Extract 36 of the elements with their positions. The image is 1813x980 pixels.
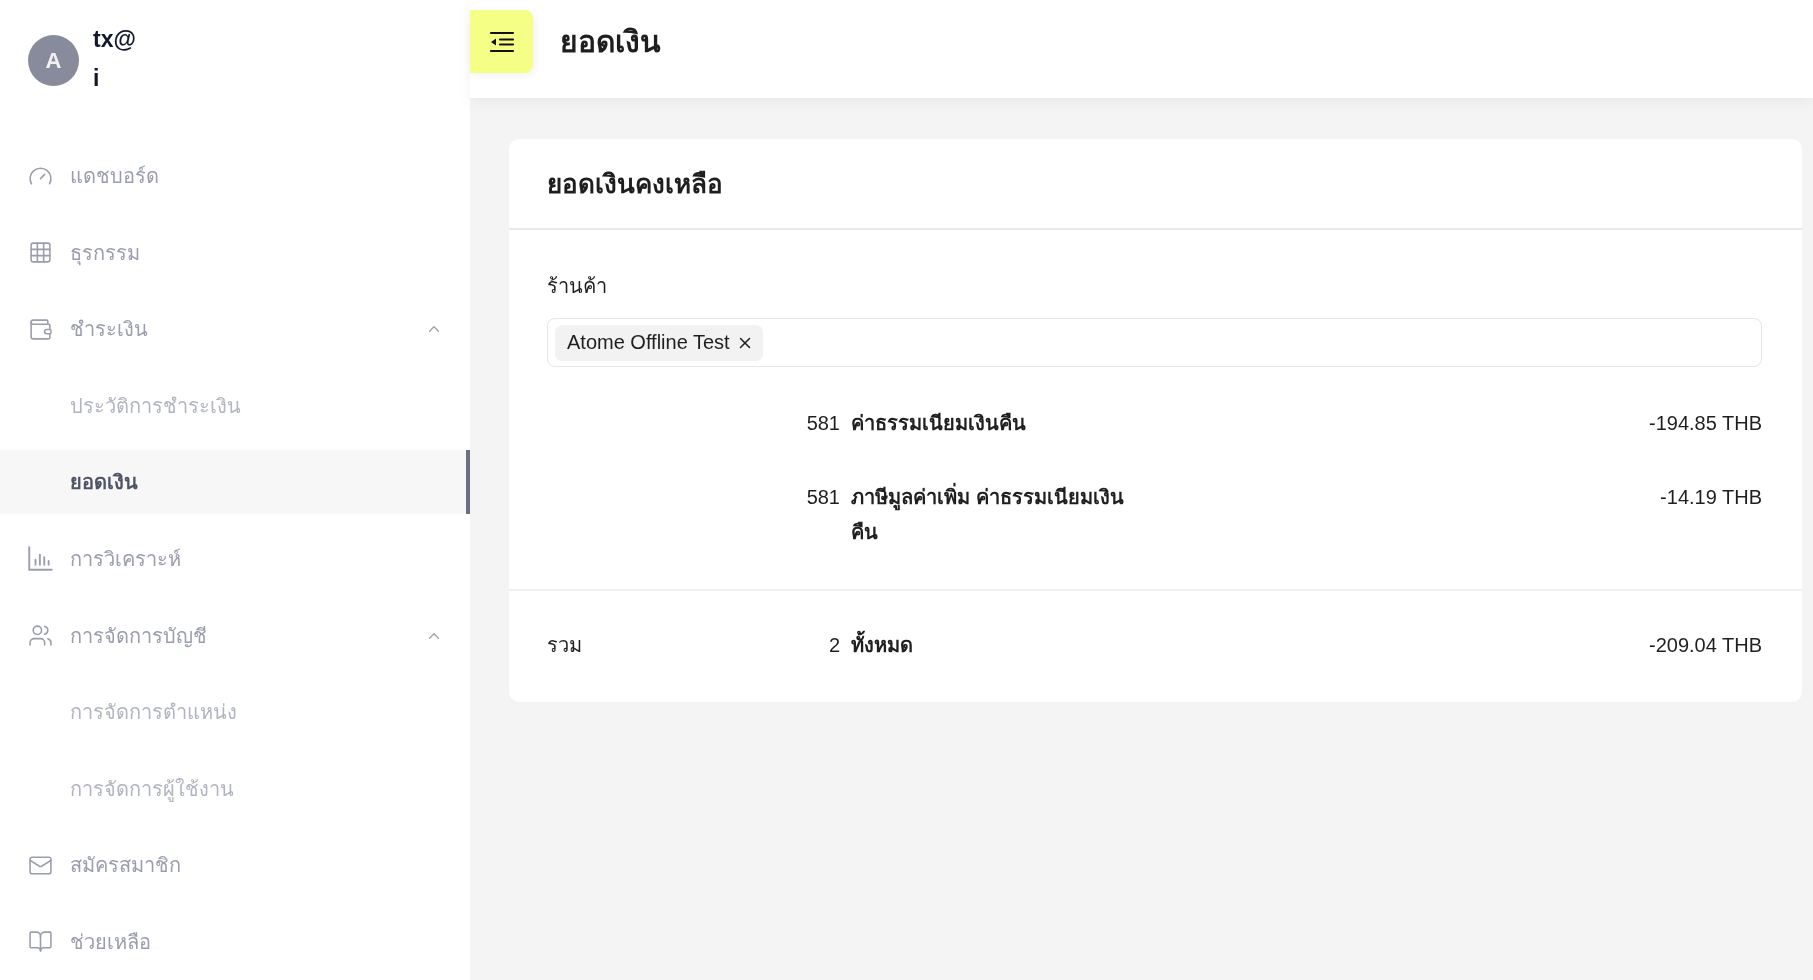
row-description-text: ทั้งหมด — [851, 628, 913, 663]
sidebar-subitem[interactable]: การจัดการผู้ใช้งาน — [0, 756, 470, 821]
row-count-text: 2 — [828, 633, 840, 658]
store-select-field[interactable]: Atome Offline Test — [547, 318, 1762, 367]
sidebar-item[interactable]: ธุรกรรม — [0, 220, 470, 285]
wallet-icon — [28, 316, 53, 342]
row-amount-text: -14.19 THB — [1660, 485, 1762, 510]
row-amount-text: -209.04 THB — [1648, 633, 1762, 658]
store-tag[interactable]: Atome Offline Test — [555, 324, 763, 361]
row-count-text: 581 — [806, 411, 840, 436]
book-icon — [28, 929, 53, 955]
sidebar-item[interactable]: การวิเคราะห์ — [0, 526, 470, 591]
grid-icon — [28, 240, 53, 266]
field-label: ร้านค้า — [547, 274, 608, 299]
sidebar-subitem[interactable]: การจัดการตำแหน่ง — [0, 680, 470, 745]
card-title: ยอดเงินคงเหลือ — [547, 168, 723, 201]
users-icon — [28, 623, 53, 649]
user-email-text: i — [93, 64, 100, 93]
indent-lines-icon — [488, 30, 515, 53]
bar-chart-icon — [28, 546, 53, 572]
sidebar-item[interactable]: สมัครสมาชิก — [0, 833, 470, 898]
sidebar-item[interactable]: แดชบอร์ด — [0, 144, 470, 208]
sidebar-subitem[interactable]: ประวัติการชำระเงิน — [0, 373, 470, 438]
user-email-text: tx@ — [93, 25, 136, 54]
page-title: ยอดเงิน — [560, 24, 661, 60]
row-count-text: 581 — [806, 485, 840, 510]
row-amount-text: -194.85 THB — [1648, 411, 1762, 436]
sidebar-item[interactable]: ชำระเงิน — [0, 297, 470, 362]
row-description-text: ภาษีมูลค่าเพิ่ม ค่าธรรมเนียมเงินคืน — [851, 480, 1141, 550]
sidebar-item[interactable]: การจัดการบัญชี — [0, 603, 470, 668]
total-label-text: รวม — [547, 633, 582, 658]
avatar: A — [28, 35, 79, 86]
sidebar-toggle-button[interactable] — [470, 10, 533, 73]
sidebar-item[interactable]: ช่วยเหลือ — [0, 909, 470, 974]
row-description-text: ค่าธรรมเนียมเงินคืน — [851, 411, 1026, 436]
sidebar-subitem[interactable]: ยอดเงิน — [0, 450, 470, 515]
